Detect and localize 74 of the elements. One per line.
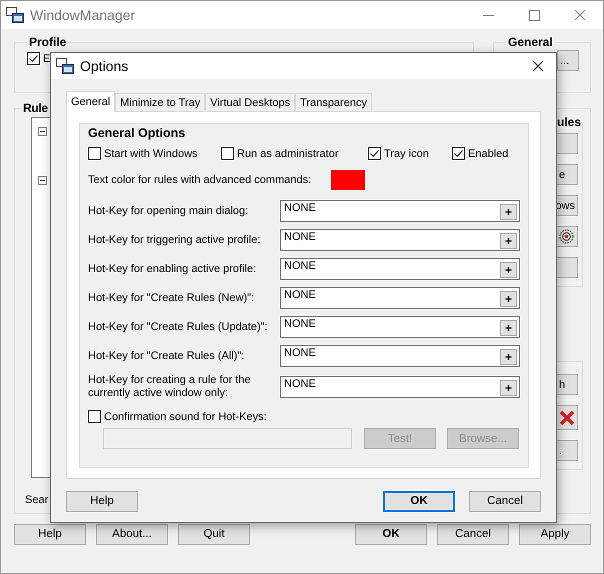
window-title: WindowManager: [30, 7, 136, 23]
hotkey-field[interactable]: NONE +: [280, 200, 520, 222]
footer-button[interactable]: OK: [355, 524, 427, 544]
close-icon: [532, 60, 544, 72]
checkbox-label: Run as administrator: [237, 148, 338, 160]
hotkey-field[interactable]: NONE +: [280, 376, 520, 398]
color-swatch[interactable]: [331, 170, 365, 190]
tab[interactable]: General: [66, 91, 116, 112]
toolbar-button[interactable]: .: [556, 440, 578, 461]
delete-button[interactable]: [556, 405, 578, 430]
target-icon: [559, 229, 574, 244]
collapse-icon[interactable]: [38, 176, 47, 185]
hotkey-field[interactable]: NONE +: [280, 345, 520, 367]
hotkey-field[interactable]: NONE +: [280, 316, 520, 338]
target-button[interactable]: [556, 226, 578, 247]
checkbox[interactable]: [221, 147, 234, 160]
add-hotkey-button[interactable]: +: [500, 233, 517, 249]
ellipsis-button[interactable]: ...: [557, 50, 579, 71]
checkbox[interactable]: [368, 147, 381, 160]
hotkey-label: Hot-Key for "Create Rules (Update)":: [88, 320, 269, 334]
checkbox[interactable]: [88, 147, 101, 160]
group-title: Rule: [22, 101, 49, 115]
toolbar-button[interactable]: e: [556, 164, 578, 185]
search-label: Sear: [25, 494, 48, 506]
close-icon: [574, 9, 586, 21]
toolbar-button[interactable]: h: [556, 374, 578, 395]
setting-label: Text color for rules with advanced commands:: [88, 174, 312, 186]
footer-button[interactable]: Quit: [178, 524, 250, 544]
close-icon: [559, 410, 575, 426]
group-title: General: [507, 35, 554, 49]
add-hotkey-button[interactable]: +: [500, 204, 517, 220]
hotkey-label: Hot-Key for triggering active profile:: [88, 234, 262, 246]
app-icon: [56, 58, 74, 74]
footer-button[interactable]: Apply: [519, 524, 591, 544]
dialog-button[interactable]: OK: [383, 490, 455, 512]
hotkey-label: Hot-Key for "Create Rules (New)":: [88, 292, 256, 304]
group-title: ules: [557, 115, 582, 129]
dialog-button[interactable]: Cancel: [469, 490, 541, 512]
hotkey-field[interactable]: NONE +: [280, 258, 520, 280]
dialog-title: Options: [80, 58, 130, 74]
group-title: Profile: [28, 35, 68, 49]
footer-button[interactable]: About...: [96, 524, 168, 544]
minimize-icon: [482, 14, 494, 16]
hotkey-field[interactable]: NONE +: [280, 287, 520, 309]
toolbar-button[interactable]: [556, 257, 578, 278]
collapse-icon[interactable]: [38, 127, 47, 136]
add-hotkey-button[interactable]: +: [500, 320, 517, 336]
checkbox-label: Confirmation sound for Hot-Keys:: [104, 410, 267, 422]
hotkey-label: Hot-Key for enabling active profile:: [88, 262, 258, 276]
tab[interactable]: Minimize to Tray: [115, 93, 206, 111]
add-hotkey-button[interactable]: +: [500, 291, 517, 307]
hotkey-label: Hot-Key for "Create Rules (All)":: [88, 350, 246, 362]
add-hotkey-button[interactable]: +: [500, 380, 517, 396]
add-hotkey-button[interactable]: +: [500, 262, 517, 278]
checkbox-label: Tray icon: [384, 148, 429, 160]
add-hotkey-button[interactable]: +: [500, 349, 517, 365]
checkbox-label: Start with Windows: [104, 148, 198, 160]
dialog-button[interactable]: Help: [66, 490, 138, 512]
checkbox[interactable]: [27, 52, 40, 65]
group-title: General Options: [88, 126, 186, 140]
app-icon: [6, 7, 24, 23]
checkbox-label: E: [43, 52, 50, 64]
checkbox-label: Enabled: [468, 148, 508, 160]
checkbox[interactable]: [88, 410, 101, 423]
tab[interactable]: Virtual Desktops: [205, 93, 296, 111]
footer-button[interactable]: Help: [14, 524, 86, 544]
hotkey-label: Hot-Key for opening main dialog:: [88, 204, 250, 218]
tab[interactable]: Transparency: [295, 93, 372, 111]
maximize-icon: [528, 10, 540, 20]
hotkey-label: Hot-Key for creating a rule for the currently active window only:: [88, 374, 252, 400]
toolbar-button[interactable]: [556, 133, 578, 154]
checkbox[interactable]: [452, 147, 465, 160]
hotkey-field[interactable]: NONE +: [280, 229, 520, 251]
footer-button[interactable]: Cancel: [437, 524, 509, 544]
